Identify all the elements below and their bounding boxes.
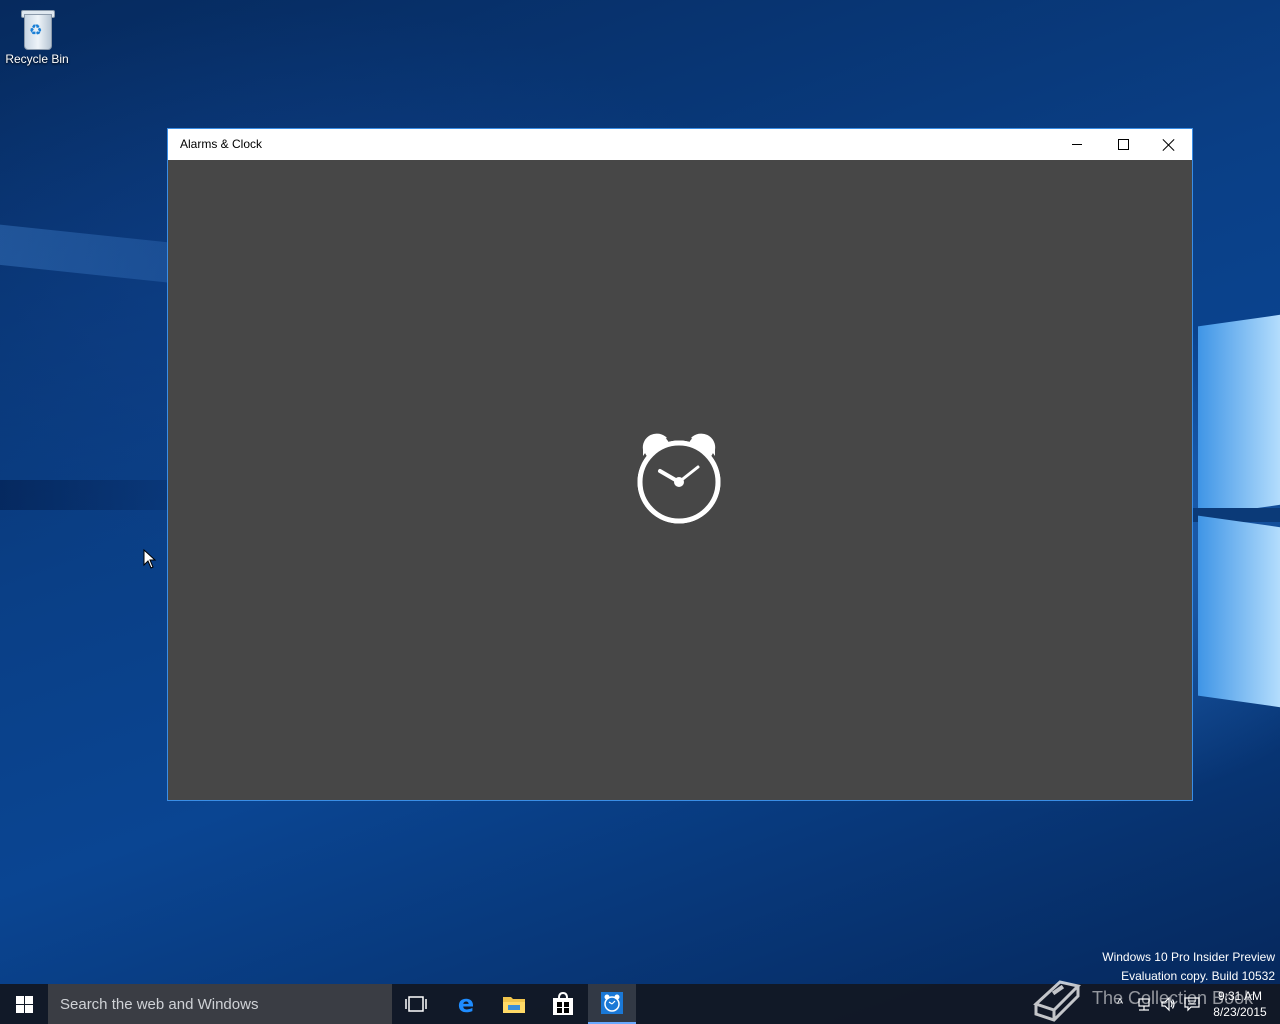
maximize-button[interactable] xyxy=(1100,129,1146,160)
taskbar-alarms-clock[interactable] xyxy=(588,984,636,1024)
alarm-clock-icon xyxy=(637,433,721,524)
close-button[interactable] xyxy=(1146,129,1192,160)
minimize-button[interactable] xyxy=(1054,129,1100,160)
alarms-clock-window[interactable]: Alarms & Clock xyxy=(167,128,1193,801)
overlay-brand-text: The Collection Book xyxy=(1092,988,1254,1008)
book-logo-icon xyxy=(1033,980,1081,1022)
windows-start-icon xyxy=(15,995,33,1013)
file-explorer-icon xyxy=(503,997,525,1013)
store-icon xyxy=(553,992,573,1015)
taskbar-store[interactable] xyxy=(539,984,587,1024)
maximize-icon xyxy=(1117,139,1129,150)
search-placeholder: Search the web and Windows xyxy=(60,996,259,1013)
window-content-splash xyxy=(168,160,1192,800)
desktop: ♻ Recycle Bin Alarms & Clock Windows 10 … xyxy=(0,0,1280,1024)
recycle-bin-icon: ♻ xyxy=(20,8,55,50)
close-icon xyxy=(1162,138,1176,152)
edge-icon: e xyxy=(458,992,474,1016)
desktop-icon-recycle-bin[interactable]: ♻ Recycle Bin xyxy=(2,6,72,76)
minimize-icon xyxy=(1072,144,1082,145)
mouse-cursor-icon xyxy=(143,549,157,569)
wallpaper-windows-logo xyxy=(1190,280,1280,720)
windows-edition-watermark: Windows 10 Pro Insider Preview Evaluatio… xyxy=(1102,948,1275,986)
window-title: Alarms & Clock xyxy=(180,137,263,151)
taskbar-file-explorer[interactable] xyxy=(490,984,538,1024)
alarms-clock-icon xyxy=(601,992,623,1014)
window-titlebar[interactable]: Alarms & Clock xyxy=(168,129,1192,160)
start-button[interactable] xyxy=(0,984,48,1024)
svg-text:e: e xyxy=(458,992,474,1016)
taskbar-search-box[interactable]: Search the web and Windows xyxy=(48,984,392,1024)
taskbar-edge[interactable]: e xyxy=(442,984,490,1024)
task-view-button[interactable] xyxy=(392,984,440,1024)
task-view-icon xyxy=(405,996,427,1012)
watermark-edition: Windows 10 Pro Insider Preview xyxy=(1102,950,1275,964)
taskbar: Search the web and Windows e ^ 9:31 AM 8… xyxy=(0,984,1280,1024)
desktop-icon-label: Recycle Bin xyxy=(5,52,69,66)
